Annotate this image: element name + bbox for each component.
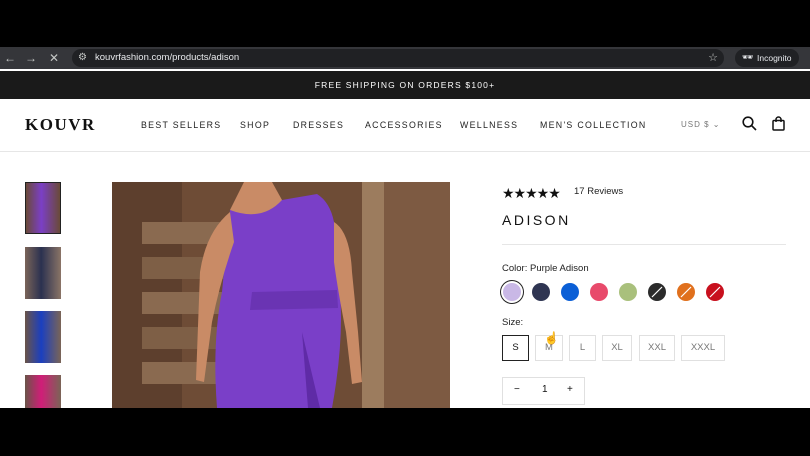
- product-title: ADISON: [502, 212, 571, 228]
- size-label: Size:: [502, 317, 524, 328]
- page-frame: ← → ✕ ⚙ kouvrfashion.com/products/adison…: [0, 47, 810, 408]
- incognito-label: Incognito: [757, 53, 792, 63]
- size-option-xxl[interactable]: XXL: [639, 335, 675, 361]
- currency-selector[interactable]: USD $ ⌄: [681, 120, 721, 129]
- address-bar[interactable]: ⚙ kouvrfashion.com/products/adison ☆: [72, 49, 724, 67]
- nav-wellness[interactable]: WELLNESS: [460, 120, 518, 130]
- product-photo: [112, 182, 450, 408]
- thumbnail-navy[interactable]: [25, 247, 61, 299]
- color-swatch-sage[interactable]: [619, 283, 637, 301]
- chevron-down-icon: ⌄: [712, 120, 721, 129]
- color-swatch-navy[interactable]: [532, 283, 550, 301]
- url-text[interactable]: kouvrfashion.com/products/adison: [95, 52, 239, 63]
- search-icon[interactable]: [742, 116, 757, 134]
- site-settings-icon[interactable]: ⚙: [78, 52, 87, 63]
- incognito-icon: 🕶: [742, 52, 754, 62]
- size-option-s[interactable]: S: [502, 335, 529, 361]
- size-option-xxxl[interactable]: XXXL: [681, 335, 725, 361]
- bookmark-star-icon[interactable]: ☆: [708, 51, 718, 64]
- rating-stars[interactable]: ★★★★★: [502, 185, 561, 202]
- size-option-l[interactable]: L: [569, 335, 596, 361]
- color-swatch-black[interactable]: [648, 283, 666, 301]
- logo[interactable]: KOUVR: [25, 115, 96, 135]
- arrow-left-icon[interactable]: ←: [3, 51, 17, 65]
- thumbnail-pink[interactable]: [25, 375, 61, 408]
- divider: [502, 244, 786, 245]
- nav-accessories[interactable]: ACCESSORIES: [365, 120, 443, 130]
- quantity-stepper[interactable]: − 1 +: [502, 377, 585, 405]
- color-swatch-orange[interactable]: [677, 283, 695, 301]
- currency-label: USD $: [681, 120, 710, 129]
- bag-icon[interactable]: [771, 116, 786, 134]
- color-label: Color: Purple Adison: [502, 263, 589, 274]
- arrow-right-icon[interactable]: →: [24, 51, 38, 65]
- size-option-xl[interactable]: XL: [602, 335, 632, 361]
- hand-cursor-icon: ☝: [544, 331, 559, 345]
- color-swatch-purple[interactable]: [503, 283, 521, 301]
- quantity-value[interactable]: 1: [542, 384, 548, 395]
- nav-dresses[interactable]: DRESSES: [293, 120, 344, 130]
- nav-best-sellers[interactable]: BEST SELLERS: [141, 120, 221, 130]
- plus-icon[interactable]: +: [567, 384, 573, 395]
- color-swatch-pink[interactable]: [590, 283, 608, 301]
- reviews-count[interactable]: 17 Reviews: [574, 186, 623, 197]
- nav-mens-collection[interactable]: MEN'S COLLECTION: [540, 120, 647, 130]
- nav-shop[interactable]: SHOP: [240, 120, 270, 130]
- browser-toolbar: ← → ✕ ⚙ kouvrfashion.com/products/adison…: [0, 47, 810, 69]
- thumbnail-purple[interactable]: [25, 182, 61, 234]
- color-swatch-blue[interactable]: [561, 283, 579, 301]
- close-icon[interactable]: ✕: [47, 51, 61, 65]
- thumbnail-blue[interactable]: [25, 311, 61, 363]
- announcement-bar: FREE SHIPPING ON ORDERS $100+: [0, 71, 810, 99]
- color-swatch-red[interactable]: [706, 283, 724, 301]
- incognito-badge[interactable]: 🕶 Incognito: [735, 49, 799, 67]
- minus-icon[interactable]: −: [514, 384, 520, 395]
- product-main-image[interactable]: [112, 182, 450, 408]
- site-header: KOUVR BEST SELLERS SHOP DRESSES ACCESSOR…: [0, 99, 810, 152]
